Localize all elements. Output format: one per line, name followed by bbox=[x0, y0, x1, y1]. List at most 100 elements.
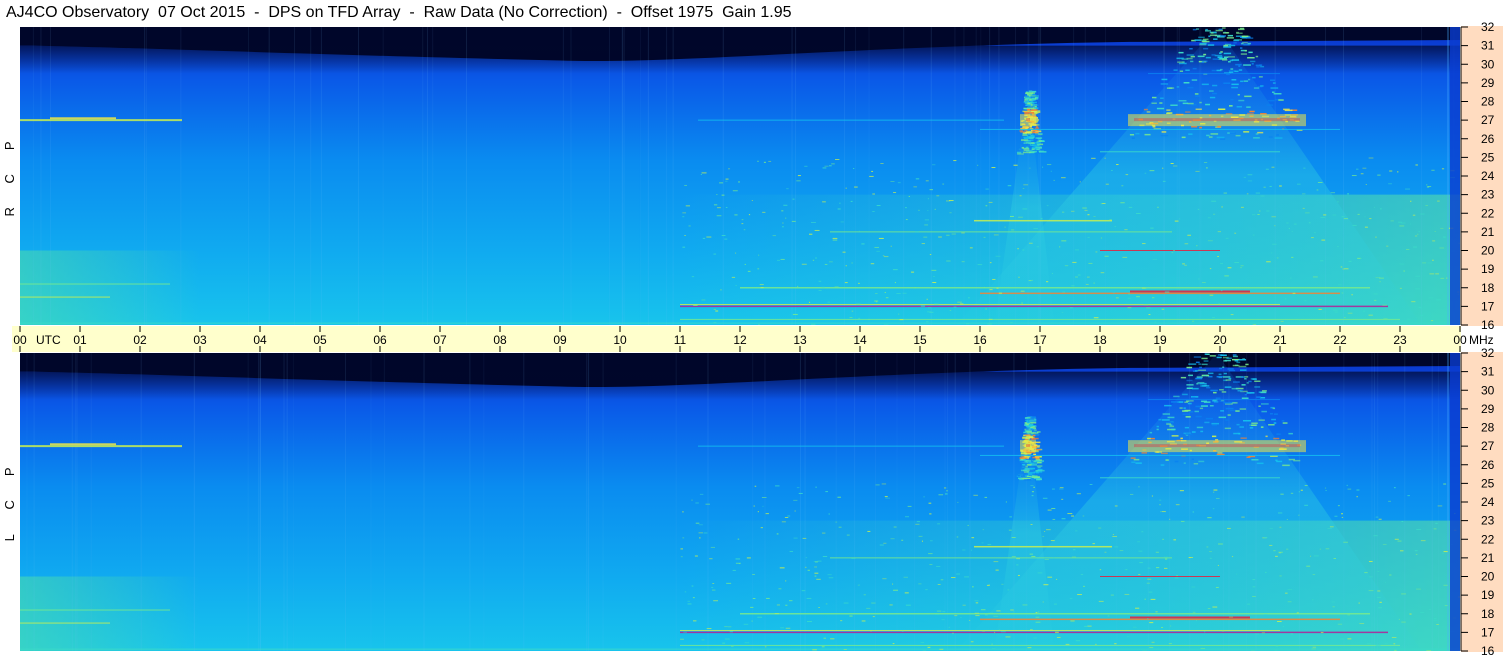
time-tick-label: 12 bbox=[733, 333, 747, 347]
rfi-line bbox=[50, 443, 116, 446]
rfi-line bbox=[1130, 290, 1250, 293]
freq-tick-label: 19 bbox=[1481, 262, 1495, 276]
freq-tick-label: 31 bbox=[1481, 365, 1495, 379]
rfi-line bbox=[20, 296, 110, 298]
freq-tick-label: 25 bbox=[1481, 150, 1495, 164]
rfi-line bbox=[698, 445, 1004, 447]
freq-tick-label: 27 bbox=[1481, 439, 1495, 453]
rfi-line bbox=[740, 613, 1370, 615]
polarization-letter: C bbox=[2, 174, 17, 183]
polarization-letter: R bbox=[2, 207, 17, 216]
polarization-letter: P bbox=[2, 467, 17, 476]
rfi-line bbox=[680, 304, 1280, 306]
time-tick-label: 19 bbox=[1153, 333, 1167, 347]
freq-tick-label: 20 bbox=[1481, 570, 1495, 584]
freq-tick-label: 21 bbox=[1481, 225, 1495, 239]
rfi-line bbox=[974, 219, 1112, 222]
rfi-line bbox=[980, 292, 1340, 295]
polarization-letter: C bbox=[2, 500, 17, 509]
time-tick-label: 08 bbox=[493, 333, 507, 347]
freq-tick-label: 20 bbox=[1481, 244, 1495, 258]
rfi-line bbox=[20, 283, 170, 285]
time-tick-label: 02 bbox=[133, 333, 147, 347]
freq-tick-label: 22 bbox=[1481, 206, 1495, 220]
freq-tick-label: 29 bbox=[1481, 76, 1495, 90]
rfi-line bbox=[980, 454, 1340, 456]
rfi-line bbox=[980, 618, 1340, 621]
time-tick-label: 05 bbox=[313, 333, 327, 347]
rfi-line bbox=[1148, 399, 1280, 401]
time-tick-label: 06 bbox=[373, 333, 387, 347]
heatmap-panel-lcp: L C P bbox=[2, 353, 1460, 651]
freq-tick-label: 23 bbox=[1481, 514, 1495, 528]
freq-tick-label: 18 bbox=[1481, 607, 1495, 621]
time-tick-label: 22 bbox=[1333, 333, 1347, 347]
freq-axis-rcp: 16 17 18 19 20 21 22 23 24 25 26 27 28 29 30 31 32 bbox=[1460, 20, 1503, 332]
time-tick-label: 20 bbox=[1213, 333, 1227, 347]
time-tick-label: 15 bbox=[913, 333, 927, 347]
rfi-line bbox=[680, 631, 1388, 634]
rfi-line bbox=[698, 119, 1004, 121]
rfi-line bbox=[740, 287, 1370, 289]
freq-tick-label: 24 bbox=[1481, 495, 1495, 509]
utc-label: UTC bbox=[36, 333, 61, 347]
time-tick-label: 07 bbox=[433, 333, 447, 347]
rfi-line bbox=[1148, 73, 1280, 75]
polarization-letter: L bbox=[2, 534, 17, 541]
rfi-line bbox=[830, 557, 1172, 559]
rfi-line bbox=[20, 445, 182, 448]
freq-tick-label: 31 bbox=[1481, 39, 1495, 53]
time-tick-label: 01 bbox=[73, 333, 87, 347]
rfi-line bbox=[680, 305, 1388, 308]
time-tick-label: 17 bbox=[1033, 333, 1047, 347]
time-axis: 00 01 02 03 04 05 06 07 08 09 10 11 12 13 14 15 16 17 18 19… bbox=[12, 326, 1494, 352]
freq-tick-label: 18 bbox=[1481, 281, 1495, 295]
rfi-line bbox=[1100, 576, 1220, 577]
rfi-line bbox=[680, 630, 1280, 632]
rfi-line bbox=[974, 545, 1112, 548]
time-tick-label: 03 bbox=[193, 333, 207, 347]
rfi-line bbox=[680, 318, 1400, 320]
freq-tick-label: 29 bbox=[1481, 402, 1495, 416]
freq-tick-label: 24 bbox=[1481, 169, 1495, 183]
freq-tick-label: 26 bbox=[1481, 458, 1495, 472]
rfi-line bbox=[20, 622, 110, 624]
freq-tick-label: 21 bbox=[1481, 551, 1495, 565]
freq-tick-label: 32 bbox=[1481, 20, 1495, 34]
time-tick-label: 00 bbox=[1453, 333, 1467, 347]
freq-tick-label: 16 bbox=[1481, 318, 1495, 332]
rfi-line bbox=[20, 322, 1460, 324]
freq-tick-label: 23 bbox=[1481, 188, 1495, 202]
freq-axis-lcp: 16 17 18 19 20 21 22 23 24 25 26 27 28 29 30 31 32 bbox=[1460, 346, 1503, 658]
rfi-line bbox=[980, 128, 1340, 130]
freq-tick-label: 30 bbox=[1481, 57, 1495, 71]
rfi-line bbox=[1100, 250, 1220, 251]
freq-tick-label: 16 bbox=[1481, 644, 1495, 658]
freq-tick-label: 32 bbox=[1481, 346, 1495, 360]
time-tick-label: 04 bbox=[253, 333, 267, 347]
rfi-line bbox=[20, 648, 1460, 650]
freq-tick-label: 30 bbox=[1481, 383, 1495, 397]
freq-tick-label: 27 bbox=[1481, 113, 1495, 127]
rfi-line bbox=[830, 231, 1172, 233]
time-tick-label: 11 bbox=[674, 333, 687, 347]
time-tick-label: 16 bbox=[973, 333, 987, 347]
rfi-line bbox=[1100, 477, 1280, 479]
time-tick-label: 14 bbox=[853, 333, 867, 347]
rfi-line bbox=[680, 644, 1400, 646]
polarization-label-rcp: R C P bbox=[2, 141, 17, 216]
freq-tick-label: 17 bbox=[1481, 299, 1495, 313]
rfi-line bbox=[1100, 151, 1280, 153]
freq-tick-label: 28 bbox=[1481, 421, 1495, 435]
heatmap-panel-rcp: R C P bbox=[2, 27, 1460, 325]
mhz-label: MHz bbox=[1469, 333, 1494, 347]
spectrogram-chart: R C P L C P 00 01 02 03 04 05 06 07 08 09 10 11 12 13 14 15 1… bbox=[2, 20, 1503, 658]
time-tick-label: 18 bbox=[1093, 333, 1107, 347]
rfi-line bbox=[50, 117, 116, 120]
rfi-line bbox=[20, 609, 170, 611]
time-tick-label: 09 bbox=[553, 333, 567, 347]
time-tick-label: 13 bbox=[793, 333, 807, 347]
polarization-letter: P bbox=[2, 141, 17, 150]
polarization-label-lcp: L C P bbox=[2, 467, 17, 541]
freq-tick-label: 22 bbox=[1481, 532, 1495, 546]
